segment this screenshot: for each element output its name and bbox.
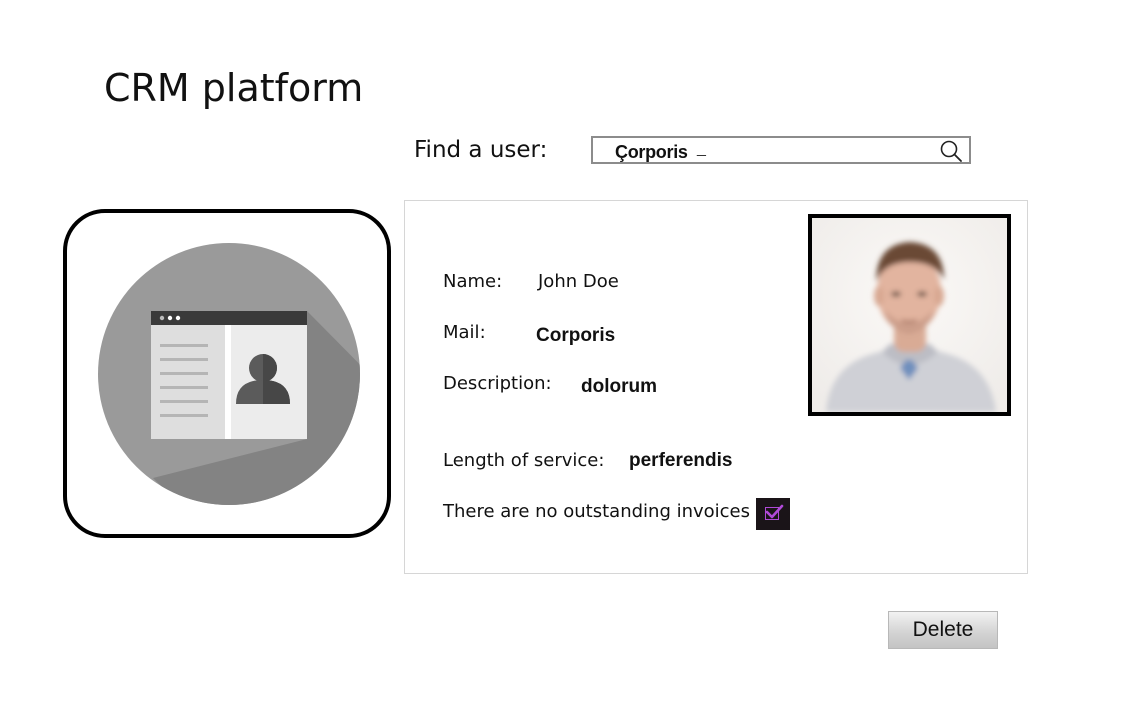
- outstanding-invoices-checkbox[interactable]: [756, 498, 790, 530]
- name-label: Name:: [443, 271, 503, 292]
- mail-label: Mail:: [443, 322, 486, 343]
- search-icon[interactable]: [939, 140, 963, 162]
- user-details-card: Name: John Doe Mail: Corporis Descriptio…: [404, 200, 1028, 574]
- description-value: dolorum: [581, 376, 657, 397]
- description-label: Description:: [443, 373, 552, 394]
- text-caret: _: [697, 140, 706, 157]
- length-of-service-value: perferendis: [629, 450, 733, 471]
- search-input[interactable]: Çorporis _: [591, 136, 971, 164]
- app-icon-frame: [63, 209, 391, 538]
- checkmark-icon: [765, 504, 784, 519]
- app-title: CRM platform: [104, 66, 364, 110]
- find-user-label: Find a user:: [414, 137, 548, 163]
- length-of-service-label: Length of service:: [443, 450, 605, 471]
- search-input-value[interactable]: Çorporis: [615, 142, 688, 163]
- mail-value: Corporis: [536, 325, 616, 346]
- user-photo: [808, 214, 1011, 416]
- outstanding-invoices-label: There are no outstanding invoices: [443, 501, 751, 522]
- name-value: John Doe: [538, 271, 619, 292]
- delete-button[interactable]: Delete: [888, 611, 998, 649]
- user-photo-image: [812, 218, 1007, 412]
- contact-card-icon: [98, 243, 360, 505]
